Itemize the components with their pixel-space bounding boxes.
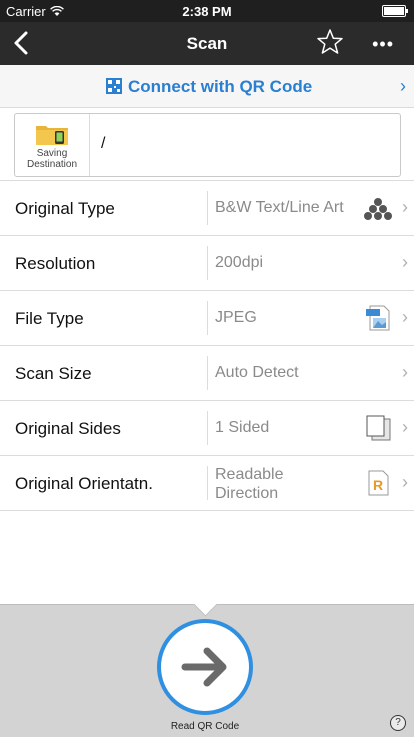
bottom-panel: Read QR Code ? [0,592,414,737]
orientation-icon: R [368,470,389,496]
setting-label: File Type [15,309,84,328]
qr-code-icon [106,78,122,94]
chevron-right-icon: › [402,472,408,492]
setting-value: Auto Detect [215,364,299,381]
setting-label: Original Orientatn. [15,474,153,493]
chevron-right-icon: › [402,417,408,437]
chevron-right-icon: › [400,76,406,96]
chevron-right-icon: › [402,252,408,272]
chevron-right-icon: › [402,197,408,217]
connect-qr-button[interactable]: Connect with QR Code › [0,65,414,108]
page-title: Scan [186,34,228,53]
setting-value: B&W Text/Line Art [215,199,344,216]
divider [207,191,208,225]
panel-notch [193,592,218,617]
help-button[interactable]: ? [390,715,406,731]
saving-destination-label: Saving Destination [26,148,78,170]
scan-settings-list: Original Type B&W Text/Line Art › Resolu… [0,180,414,511]
arrow-right-icon [181,647,227,687]
chevron-right-icon: › [402,362,408,382]
read-qr-code-button[interactable] [157,619,253,715]
one-sided-icon [366,415,391,441]
setting-label: Scan Size [15,364,92,383]
divider [207,301,208,335]
chevron-right-icon: › [402,307,408,327]
status-bar: Carrier 2:38 PM [0,0,414,22]
divider [207,356,208,390]
setting-original-type[interactable]: Original Type B&W Text/Line Art › [0,180,414,236]
setting-label: Original Sides [15,419,121,438]
setting-value: JPEG [215,309,257,326]
nav-bar: Scan ••• [0,22,414,65]
setting-value: 200dpi [215,254,264,271]
divider [207,246,208,280]
divider [207,411,208,445]
status-time: 2:38 PM [182,4,232,19]
setting-value: 1 Sided [215,419,270,436]
setting-label: Resolution [15,254,96,273]
destination-path: / [101,135,106,152]
setting-resolution[interactable]: Resolution 200dpi › [0,236,414,291]
folder-phone-icon [36,126,68,145]
divider [207,466,208,500]
setting-label: Original Type [15,199,115,218]
star-icon[interactable] [316,28,344,56]
more-options-button[interactable]: ••• [372,35,394,53]
connect-qr-label: Connect with QR Code [128,77,313,96]
jpeg-file-icon [366,305,390,331]
setting-value: Readable Direction [215,466,284,502]
battery-icon [382,5,408,17]
svg-text:R: R [373,477,383,493]
saving-destination-button[interactable]: Saving Destination [15,114,90,176]
dots-icon [364,198,392,220]
setting-original-sides[interactable]: Original Sides 1 Sided › [0,401,414,456]
saving-destination[interactable]: Saving Destination / [14,113,401,177]
setting-original-orientation[interactable]: Original Orientatn. Readable Direction R… [0,456,414,511]
read-qr-code-label: Read QR Code [170,721,240,732]
setting-scan-size[interactable]: Scan Size Auto Detect › [0,346,414,401]
setting-file-type[interactable]: File Type JPEG › [0,291,414,346]
